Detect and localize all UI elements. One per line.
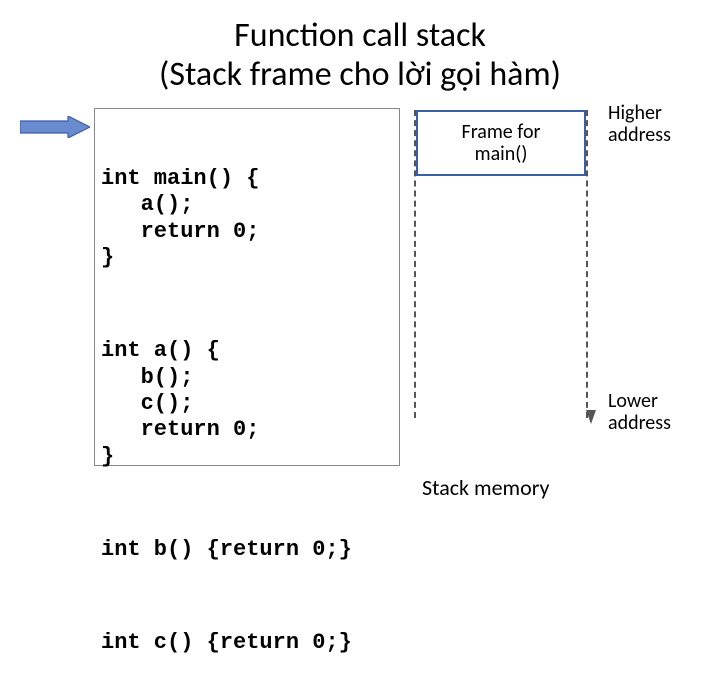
code-b: int b() {return 0;} xyxy=(101,537,393,563)
stack-growth-arrow xyxy=(586,410,596,424)
frame-main-label: Frame for main() xyxy=(462,121,541,165)
label-higher-address: Higher address xyxy=(608,102,671,146)
label-stack-memory: Stack memory xyxy=(422,474,549,501)
frame-main: Frame for main() xyxy=(416,110,586,176)
label-lower-address: Lower address xyxy=(608,390,671,434)
arrow-right-icon xyxy=(20,116,90,138)
stack-memory-column: Frame for main() xyxy=(414,110,588,418)
title-line-2: (Stack frame cho lời gọi hàm) xyxy=(159,54,561,95)
slide-title: Function call stack (Stack frame cho lời… xyxy=(0,16,720,94)
arrow-down-icon xyxy=(586,410,596,424)
title-line-1: Function call stack xyxy=(234,15,486,56)
code-listing: int main() { a(); return 0; } int a() { … xyxy=(94,108,400,466)
current-frame-arrow xyxy=(20,116,90,138)
code-main: int main() { a(); return 0; } xyxy=(101,166,393,272)
code-c: int c() {return 0;} xyxy=(101,630,393,656)
code-a: int a() { b(); c(); return 0; } xyxy=(101,338,393,470)
